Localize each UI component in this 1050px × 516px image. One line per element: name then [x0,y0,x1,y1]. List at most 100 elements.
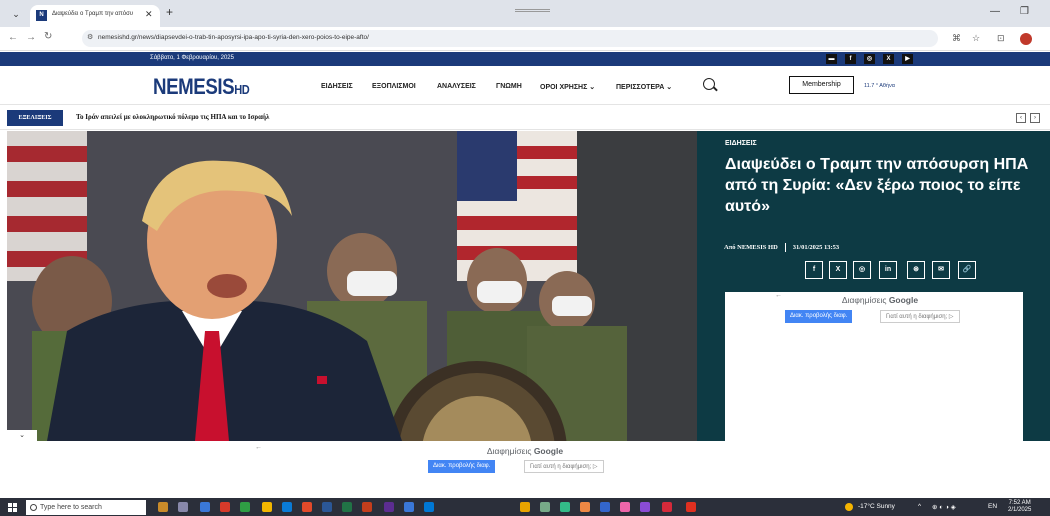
taskbar-search-input[interactable]: Type here to search [26,500,146,515]
menu-item-terms[interactable]: ΟΡΟΙ ΧΡΗΣΗΣ ⌄ [540,83,595,91]
side-ad-header: Διαφημίσεις Google [842,295,918,305]
weather-sun-icon [845,503,853,511]
translate-icon[interactable]: ⌘ [952,33,961,44]
bottom-ad-header: Διαφημίσεις Google [487,446,563,456]
top-date-bar: Σάββατο, 1 Φεβρουαρίου, 2025 ▬ f ◎ X ▶ [0,52,1050,66]
close-tab-icon[interactable]: ✕ [145,9,153,20]
side-ad-box: ← Διαφημίσεις Google Διακ. προβολής διαφ… [725,292,1023,441]
taskbar-app-icon[interactable] [580,502,590,512]
article-author[interactable]: Από NEMESIS HD [724,244,778,251]
forward-icon[interactable]: → [26,32,36,43]
tab-search-icon[interactable]: ⌄ [8,7,24,21]
youtube-icon[interactable]: ▶ [902,54,913,64]
address-bar-row: ← → ↻ ⚙ nemesishd.gr/news/diapsevdei-o-t… [0,27,1050,51]
taskbar-app-icon[interactable] [240,502,250,512]
copy-link-icon[interactable]: 🔗 [958,261,976,279]
windows-start-icon[interactable] [8,503,17,512]
taskbar-app-icon[interactable] [540,502,550,512]
ticker-label: ΕΞΕΛΙΞΕΙΣ [7,110,63,126]
language-indicator[interactable]: EN [988,503,997,510]
ticker-prev-icon[interactable]: ‹ [1016,113,1026,123]
article-byline: Από NEMESIS HD 31/01/2025 13:53 [724,243,839,252]
ad-header-prefix: Διαφημίσεις [841,295,887,305]
stop-ad-button[interactable]: Διακ. προβολής διαφ. [785,310,853,323]
ad-header-brand: Google [888,295,919,305]
new-tab-icon[interactable]: + [166,5,173,19]
facebook-icon[interactable]: f [845,54,856,64]
restore-icon[interactable]: ❐ [1020,6,1029,17]
back-icon[interactable]: ← [8,32,18,43]
share-viber-icon[interactable]: ⊛ [907,261,925,279]
tab-title: Διαψεύδει ο Τραμπ την απόσυ [52,11,134,17]
task-view-icon[interactable] [178,502,188,512]
search-icon[interactable] [703,78,715,90]
taskbar-app-icon[interactable] [220,502,230,512]
menu-item-analyses[interactable]: ΑΝΑΛΥΣΕΙΣ [437,83,476,90]
taskbar-app-icon[interactable] [560,502,570,512]
bottom-stop-ad-button[interactable]: Διακ. προβολής διαφ. [428,460,496,473]
menu-item-more[interactable]: ΠΕΡΙΣΣΟΤΕΡΑ ⌄ [616,83,672,91]
bottom-why-ad-button[interactable]: Γιατί αυτή η διαφήμιση; ▷ [524,460,604,473]
word-icon[interactable] [322,502,332,512]
browser-tab[interactable]: N Διαψεύδει ο Τραμπ την απόσυ ✕ [30,5,160,27]
taskbar-app-icon[interactable] [620,502,630,512]
tray-chevron-icon[interactable]: ^ [918,503,921,510]
share-linkedin-icon[interactable]: in [879,261,897,279]
taskbar-app-icon[interactable] [404,502,414,512]
why-ad-button[interactable]: Γιατί αυτή η διαφήμιση; ▷ [880,310,960,323]
article-header-panel: ΕΙΔΗΣΕΙΣ Διαψεύδει ο Τραμπ την απόσυρση … [697,131,1050,441]
ticker-headline[interactable]: Το Ιράν απειλεί με ολοκληρωτικό πόλεμο τ… [76,113,269,121]
tray-icons[interactable]: ⊕ ◐ ◑ ◈ [932,503,956,511]
article-hero-image [7,131,697,441]
chevron-down-icon[interactable]: ⌄ [7,430,37,441]
membership-button[interactable]: Membership [789,76,854,94]
ad-back-icon[interactable]: ← [775,292,782,299]
weather-widget: 11.7 ° Αθήνα [864,83,895,89]
ticker-next-icon[interactable]: › [1030,113,1040,123]
site-logo[interactable]: NEMESISHD [153,74,250,100]
taskbar-app-icon[interactable] [384,502,394,512]
taskbar-app-icon[interactable] [200,502,210,512]
site-info-icon[interactable]: ⚙ [87,33,93,41]
bottom-ad-header-prefix: Διαφημίσεις [486,446,532,456]
bottom-ad-banner: ← Διαφημίσεις Google Διακ. προβολής διαφ… [0,441,1050,496]
share-whatsapp-icon[interactable]: ◎ [853,261,871,279]
menu-item-news[interactable]: ΕΙΔΗΣΕΙΣ [321,83,353,90]
taskbar-app-icon[interactable] [600,502,610,512]
powerpoint-icon[interactable] [362,502,372,512]
bottom-ad-header-brand: Google [533,446,564,456]
share-x-icon[interactable]: X [829,261,847,279]
taskbar-app-icon[interactable] [640,502,650,512]
taskbar-clock[interactable]: 7:52 AM 2/1/2025 [1008,500,1031,514]
bottom-ad-back-icon[interactable]: ← [255,444,262,451]
bookmark-star-icon[interactable]: ☆ [972,33,980,44]
edge-icon[interactable] [282,502,292,512]
article-datetime: 31/01/2025 13:53 [792,243,840,251]
profile-avatar[interactable] [1020,33,1032,45]
zoom-icon[interactable] [424,502,434,512]
url-field[interactable]: ⚙ nemesishd.gr/news/diapsevdei-o-trab-ti… [82,30,938,47]
acrobat-icon[interactable] [686,502,696,512]
taskbar-widget-icon[interactable] [158,502,168,512]
menu-item-armaments[interactable]: ΕΞΟΠΛΙΣΜΟΙ [372,83,416,90]
excel-icon[interactable] [342,502,352,512]
taskbar-app-icon[interactable] [520,502,530,512]
share-facebook-icon[interactable]: f [805,261,823,279]
reload-icon[interactable]: ↻ [44,31,52,42]
taskbar-weather[interactable]: -17°C Sunny [858,503,895,510]
chrome-icon[interactable] [302,502,312,512]
rss-icon[interactable]: ▬ [826,54,837,64]
taskbar-app-icon[interactable] [662,502,672,512]
menu-item-opinion[interactable]: ΓΝΩΜΗ [496,83,522,90]
x-icon[interactable]: X [883,54,894,64]
file-explorer-icon[interactable] [262,502,272,512]
logo-main: NEMESIS [153,74,235,99]
site-header: NEMESISHD ΕΙΔΗΣΕΙΣ ΕΞΟΠΛΙΣΜΟΙ ΑΝΑΛΥΣΕΙΣ … [0,66,1050,104]
os-taskbar: Type here to search -17°C Sunny ^ ⊕ ◐ ◑ … [0,498,1050,516]
instagram-icon[interactable]: ◎ [864,54,875,64]
minimize-icon[interactable]: — [990,6,1000,17]
window-drag-handle[interactable] [515,9,550,12]
share-email-icon[interactable]: ✉ [932,261,950,279]
extensions-icon[interactable]: ⊡ [997,33,1005,44]
article-category[interactable]: ΕΙΔΗΣΕΙΣ [725,140,757,147]
